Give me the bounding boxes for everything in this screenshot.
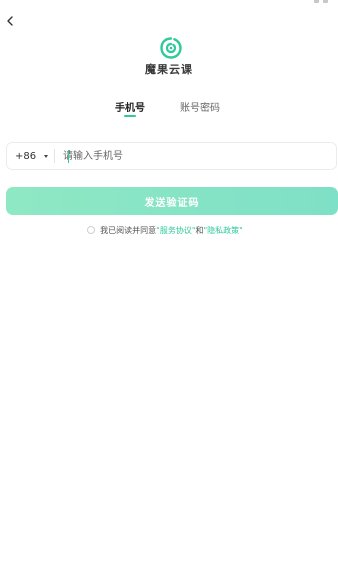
- country-code-label: +86: [15, 150, 37, 162]
- tab-phone[interactable]: 手机号: [114, 99, 146, 114]
- agreement-prefix: 我已阅读并同意: [100, 225, 157, 235]
- login-tabs: 手机号 账号密码: [0, 99, 338, 121]
- agreement-and: 和: [195, 225, 204, 235]
- privacy-policy-link[interactable]: "隐私政策": [204, 225, 243, 236]
- country-code-selector[interactable]: +86: [7, 143, 54, 169]
- phone-input[interactable]: [55, 143, 336, 169]
- battery-icon: [323, 0, 328, 3]
- back-arrow-icon: [7, 16, 13, 26]
- text-cursor: [68, 150, 69, 163]
- status-icons: [314, 0, 328, 3]
- caret-down-icon: [44, 154, 49, 158]
- login-page: 魔果云课 手机号 账号密码 +86 发送验证码 我已阅读并同意 "服务协议" 和…: [0, 0, 338, 567]
- signal-icon: [314, 0, 319, 3]
- active-tab-indicator: [124, 115, 136, 117]
- app-logo-icon: [160, 37, 182, 59]
- agreement-row: 我已阅读并同意 "服务协议" 和 "隐私政策": [0, 224, 338, 236]
- app-name: 魔果云课: [145, 63, 193, 76]
- status-bar: [0, 0, 338, 8]
- tab-account-password[interactable]: 账号密码: [178, 99, 222, 114]
- back-button[interactable]: [2, 12, 18, 30]
- phone-field-row: +86: [6, 142, 337, 170]
- service-agreement-link[interactable]: "服务协议": [156, 225, 195, 236]
- agree-checkbox[interactable]: [87, 226, 96, 234]
- send-code-button[interactable]: 发送验证码: [6, 187, 338, 215]
